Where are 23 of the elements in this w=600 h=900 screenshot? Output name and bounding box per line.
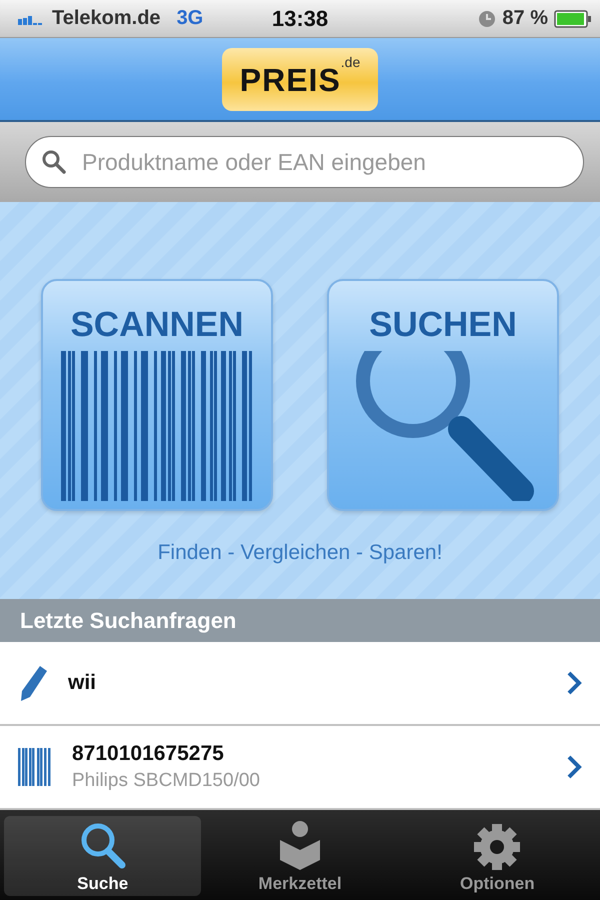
chevron-icon bbox=[566, 671, 582, 695]
item-title: wii bbox=[68, 671, 98, 695]
tab-item[interactable]: Optionen bbox=[398, 816, 596, 896]
item-title: 8710101675275 bbox=[72, 742, 225, 766]
battery-percent: 87 % bbox=[502, 7, 548, 30]
tab-item[interactable]: Suche bbox=[4, 816, 202, 896]
tab-item[interactable]: Merkzettel bbox=[201, 816, 399, 896]
carrier-name: Telekom.de bbox=[52, 7, 161, 30]
item-subtitle: Philips SBCMD150/00 bbox=[72, 770, 261, 792]
settings-icon bbox=[472, 822, 522, 872]
scan-button[interactable]: SCANNEN bbox=[41, 279, 273, 511]
search-field[interactable]: Produktname oder EAN eingeben bbox=[25, 136, 584, 188]
slogan-text: Finden - Vergleichen - Sparen! bbox=[158, 541, 442, 565]
section-header: Letzte Suchanfragen bbox=[0, 599, 600, 642]
pencil-icon bbox=[18, 665, 48, 701]
search-button[interactable]: SUCHEN bbox=[327, 279, 559, 511]
clock-icon bbox=[478, 10, 496, 28]
barcode-icon bbox=[61, 351, 253, 501]
status-time: 13:38 bbox=[272, 6, 328, 32]
chevron-icon bbox=[566, 755, 582, 779]
battery-icon bbox=[554, 10, 592, 28]
barcode-icon bbox=[18, 748, 52, 786]
network-type: 3G bbox=[176, 7, 204, 30]
